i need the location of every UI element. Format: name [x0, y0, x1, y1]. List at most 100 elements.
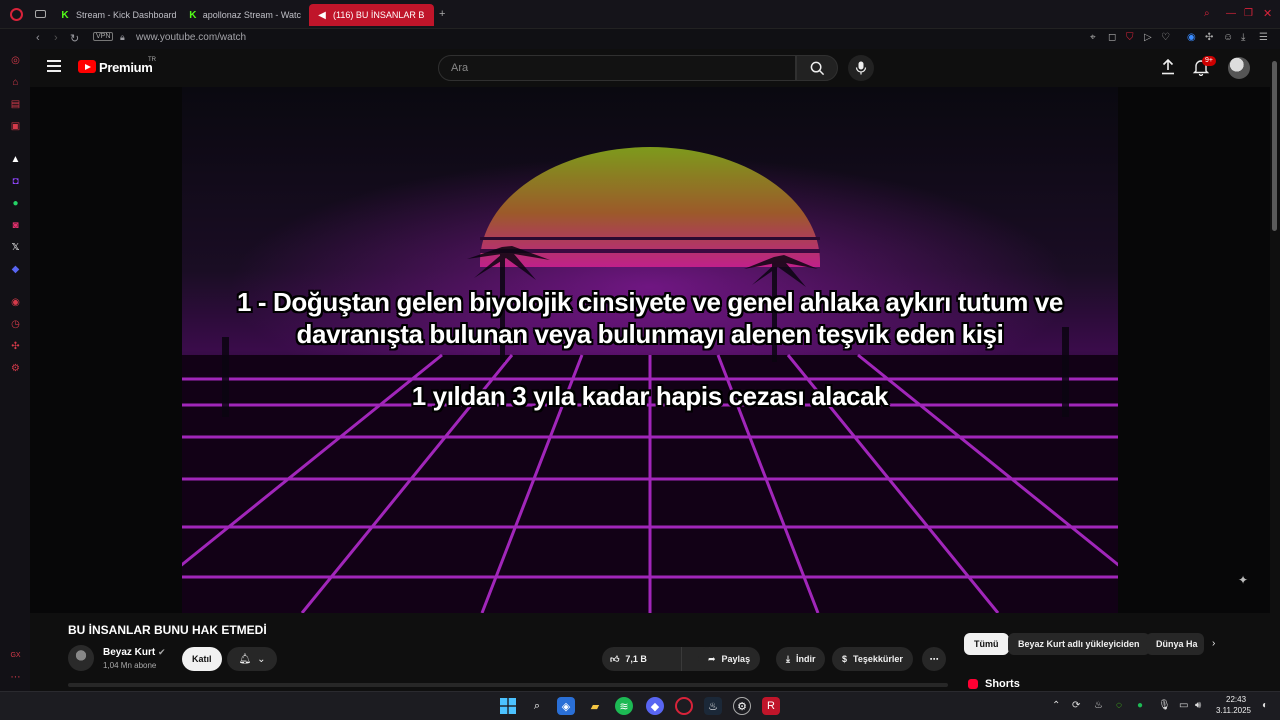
more-actions-button[interactable]: ⋯	[922, 647, 946, 671]
forward-icon[interactable]: ›	[54, 32, 58, 44]
chip-world[interactable]: Dünya Ha	[1146, 633, 1204, 655]
download-button[interactable]: ⤓ İndir	[776, 647, 826, 671]
back-icon[interactable]: ‹	[36, 32, 40, 44]
microphone-tray-icon[interactable]: 🎙︎	[1158, 700, 1171, 711]
close-window-icon[interactable]: ✕	[1263, 7, 1272, 20]
discord-taskbar-icon[interactable]: ◆	[646, 697, 664, 715]
history-icon[interactable]: ◷	[9, 318, 22, 331]
volume-icon[interactable]: 🔊︎	[1195, 700, 1201, 711]
subtitle-block: 1 - Doğuştan gelen biyolojik cinsiyete v…	[182, 286, 1118, 350]
video-player[interactable]: 1 - Doğuştan gelen biyolojik cinsiyete v…	[30, 87, 1270, 613]
chip-all[interactable]: Tümü	[964, 633, 1009, 655]
opera-logo-icon[interactable]	[10, 8, 23, 21]
search-input[interactable]: Ara	[438, 55, 796, 81]
clock-date[interactable]: 3.11.2025	[1216, 706, 1251, 715]
account-avatar[interactable]	[1228, 57, 1250, 79]
page-scrollbar[interactable]	[1270, 49, 1280, 691]
channel-avatar[interactable]	[68, 645, 94, 671]
reload-icon[interactable]: ↻	[70, 32, 79, 45]
share-label: Paylaş	[721, 654, 751, 664]
scrollbar-thumb[interactable]	[1272, 61, 1277, 231]
speaker-icon: ◀	[318, 9, 326, 21]
tab-apollonaz-stream[interactable]: K apollonaz Stream - Watc	[181, 4, 301, 26]
download-browser-icon[interactable]: ⤓	[1241, 32, 1245, 43]
video-frame[interactable]: 1 - Doğuştan gelen biyolojik cinsiyete v…	[182, 87, 1118, 613]
spotify-tray-icon[interactable]: ●	[1137, 700, 1143, 711]
chevron-right-icon[interactable]: ›	[1212, 638, 1215, 649]
player-icon[interactable]: ◉	[9, 296, 22, 309]
search-button[interactable]	[796, 55, 838, 81]
snapshot-icon[interactable]: ◻	[1108, 32, 1116, 43]
gx-control-icon[interactable]: ▣	[9, 120, 22, 133]
pin-icon[interactable]: ⌖	[1090, 32, 1096, 43]
tab-youtube-video[interactable]: ◀ (116) BU İNSANLAR B	[309, 4, 434, 26]
copilot-icon[interactable]: ◈	[557, 697, 575, 715]
windows-start-icon[interactable]	[499, 697, 517, 715]
puzzle-icon[interactable]: ✣	[1205, 32, 1213, 43]
taskbar-search-icon[interactable]: ⌕	[528, 697, 546, 715]
sync-icon[interactable]: ⟳	[1072, 700, 1080, 711]
messenger-icon[interactable]: ▤	[9, 98, 22, 111]
super-thanks-icon: $	[842, 654, 848, 664]
url-field[interactable]: www.youtube.com/watch	[136, 32, 246, 43]
settings-icon[interactable]: ⚙	[9, 362, 22, 375]
channel-watermark-icon[interactable]: ✦	[1238, 573, 1262, 593]
play-icon[interactable]: ▷	[1144, 32, 1152, 43]
youtube-premium-logo[interactable]: Premium	[99, 60, 153, 75]
shorts-label: Shorts	[985, 678, 1020, 690]
heart-icon[interactable]: ♡	[1161, 32, 1170, 43]
gx-corner-icon[interactable]: ⌂	[9, 76, 22, 89]
app-tray-icon[interactable]: ◌	[1116, 700, 1122, 711]
create-upload-icon[interactable]	[1161, 58, 1177, 75]
clock-time[interactable]: 22:43	[1226, 695, 1246, 704]
search-tabs-icon[interactable]: ⌕	[1204, 8, 1210, 19]
menu-icon[interactable]: ☰	[1259, 32, 1268, 43]
join-button[interactable]: Katıl	[182, 647, 222, 671]
shield-icon[interactable]: ⛉	[1126, 32, 1134, 43]
subscriber-count: 1,04 Mn abone	[103, 661, 157, 670]
network-icon[interactable]: ▭	[1179, 700, 1188, 711]
spotify-icon[interactable]: ≋	[615, 697, 633, 715]
search-icon	[810, 61, 824, 75]
x-twitter-icon[interactable]: 𝕏	[9, 241, 22, 254]
sidebar-more-icon[interactable]: ⋯	[9, 671, 22, 684]
minimize-icon[interactable]: —	[1226, 8, 1236, 19]
tab-kick-dashboard[interactable]: K Stream - Kick Dashboard	[52, 4, 177, 26]
tray-overflow-icon[interactable]: ⌃	[1052, 700, 1060, 711]
lock-icon[interactable]: 🔒︎	[120, 32, 125, 43]
kick-sidebar-icon[interactable]: ▲	[9, 153, 22, 166]
tab-label: apollonaz Stream - Watc	[202, 10, 301, 20]
notification-count-badge: 9+	[1202, 56, 1216, 66]
notification-center-icon[interactable]: ◐	[1262, 700, 1268, 711]
app-taskbar-icon[interactable]: ⚙	[733, 697, 751, 715]
new-tab-button[interactable]: +	[439, 8, 445, 20]
download-label: İndir	[795, 654, 816, 664]
like-button[interactable]: 👍︎ 7,1 B	[602, 647, 683, 671]
subtitle-line-3: 1 yıldan 3 yıla kadar hapis cezası alaca…	[411, 381, 889, 411]
share-button[interactable]: ➦ Paylaş	[698, 647, 761, 671]
twitch-icon[interactable]: ◘	[9, 175, 22, 188]
channel-name[interactable]: Beyaz Kurt	[103, 647, 155, 658]
steam-icon[interactable]: ♨	[704, 697, 722, 715]
thanks-button[interactable]: $ Teşekkürler	[832, 647, 913, 671]
extension-icon[interactable]: ◉	[1187, 32, 1196, 43]
subscription-bell-button[interactable]: 🔔︎ ⌄	[227, 647, 277, 671]
profile-icon[interactable]: ☺	[1223, 32, 1233, 43]
steam-tray-icon[interactable]: ♨	[1094, 700, 1103, 711]
discord-icon[interactable]: ◆	[9, 263, 22, 276]
guide-menu-icon[interactable]	[47, 60, 61, 72]
whatsapp-icon[interactable]: ●	[9, 197, 22, 210]
instagram-icon[interactable]: ◙	[9, 219, 22, 232]
rockstar-icon[interactable]: R	[762, 697, 780, 715]
maximize-icon[interactable]: ❐	[1244, 8, 1253, 19]
youtube-logo-icon[interactable]	[78, 60, 96, 73]
aria-icon[interactable]: ◎	[9, 54, 22, 67]
tab-snap-icon[interactable]	[35, 10, 46, 18]
voice-search-button[interactable]	[848, 55, 874, 81]
opera-gx-taskbar-icon[interactable]	[675, 697, 693, 715]
extensions-sidebar-icon[interactable]: ✣	[9, 340, 22, 353]
gx-icon[interactable]: GX	[9, 649, 22, 662]
vpn-badge[interactable]: VPN	[93, 32, 114, 41]
file-explorer-icon[interactable]: ▰	[586, 697, 604, 715]
chip-from-uploader[interactable]: Beyaz Kurt adlı yükleyiciden	[1008, 633, 1150, 655]
